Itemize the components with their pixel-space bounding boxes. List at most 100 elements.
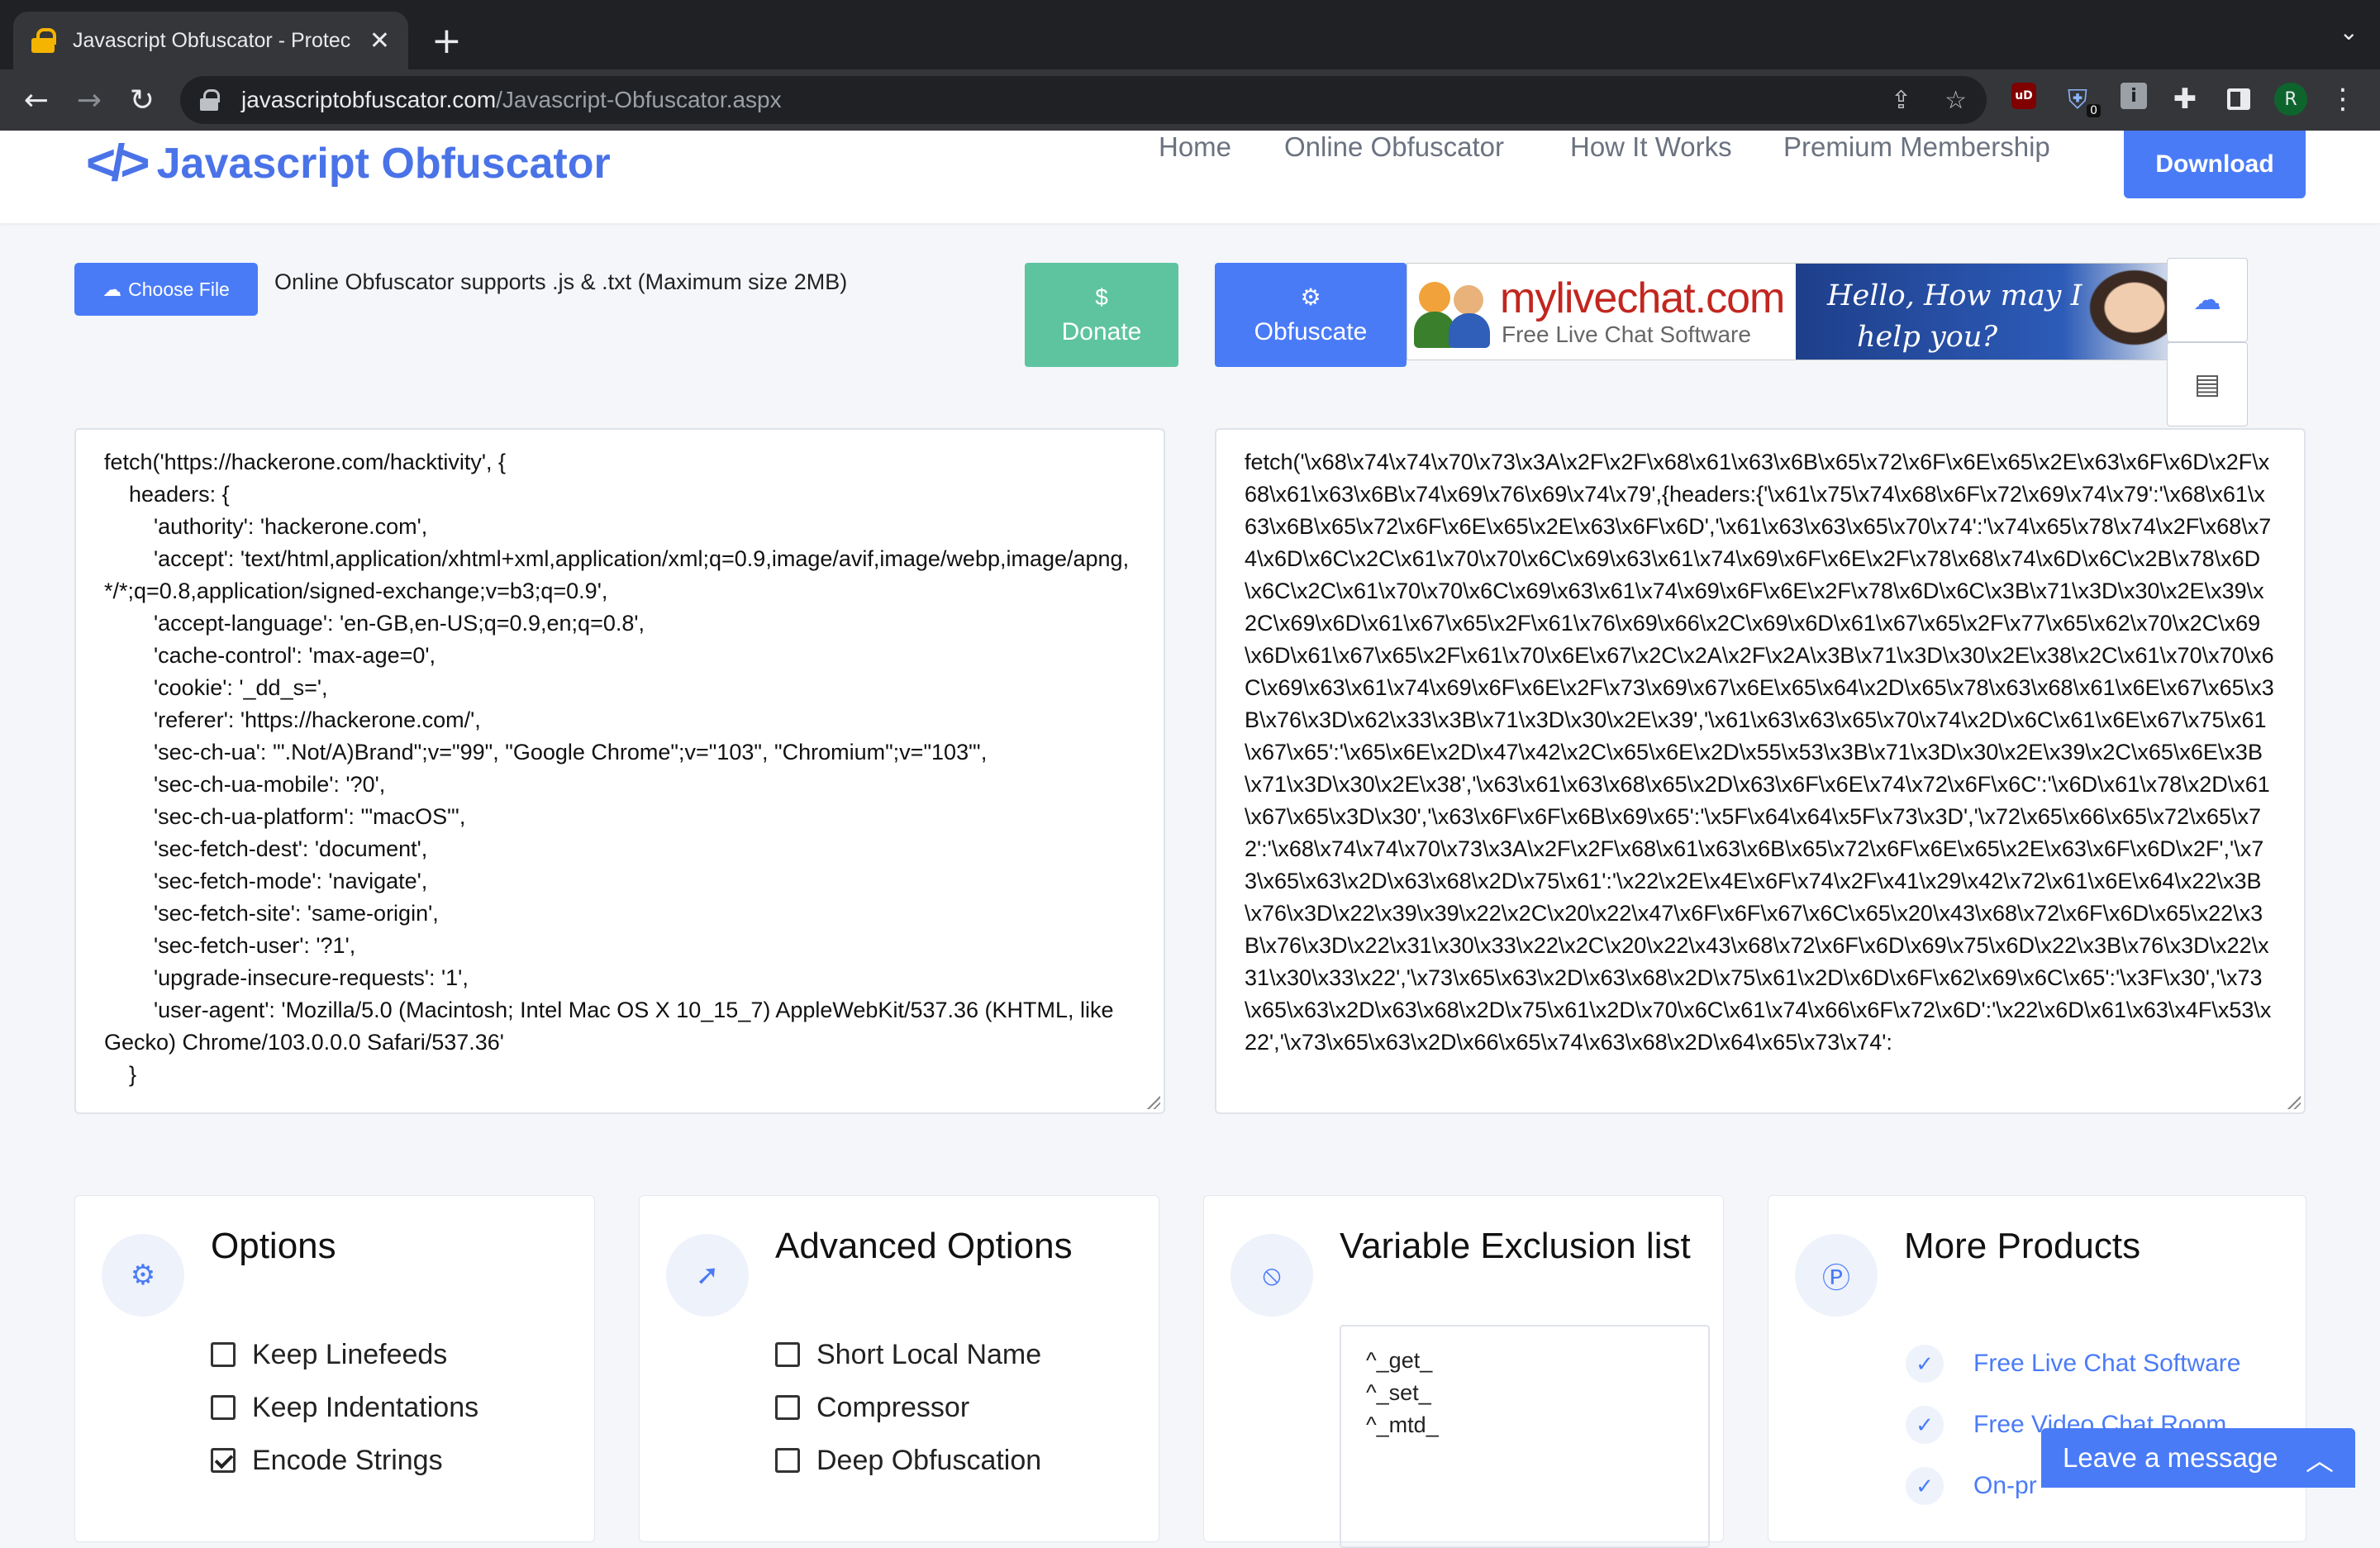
code-brackets-icon: </> [86,135,150,192]
bookmark-star-icon[interactable]: ☆ [1944,86,1967,115]
ad-hello-panel: Hello, How may I help you? [1796,264,2178,360]
product-link-live-chat[interactable]: Free Live Chat Software [1973,1350,2240,1378]
gears-icon: ⚙ [102,1234,184,1317]
option-compressor[interactable]: Compressor [775,1381,1041,1434]
address-bar[interactable]: javascriptobfuscator.com /Javascript-Obf… [180,76,1987,124]
option-label: Encode Strings [252,1444,443,1476]
product-p-icon: Ⓟ [1795,1234,1878,1317]
more-products-title: More Products [1904,1226,2141,1266]
extensions-puzzle-icon[interactable]: ✚ [2170,83,2200,116]
nav-online-obfuscator[interactable]: Online Obfuscator [1284,131,1504,163]
site-logo[interactable]: </> Javascript Obfuscator [86,134,611,193]
chat-people-icon [1414,282,1493,348]
reload-icon[interactable]: ↻ [116,83,169,117]
share-icon[interactable]: ⇪ [1891,86,1911,115]
choose-file-label: Choose File [128,278,230,300]
leave-message-widget[interactable]: Leave a message ︿ [2041,1428,2355,1488]
option-keep-indentations[interactable]: Keep Indentations [211,1381,478,1434]
new-tab-button[interactable]: + [431,17,462,66]
options-title: Options [211,1226,336,1266]
lock-icon [31,28,56,53]
file-icon: ▤ [2193,368,2221,401]
variable-exclusion-card: ⦸ Variable Exclusion list ^_get_ ^_set_ … [1203,1195,1724,1548]
input-code-textarea[interactable]: fetch('https://hackerone.com/hacktivity'… [74,428,1165,1114]
checkbox-encode-strings[interactable] [211,1448,236,1473]
option-label: Deep Obfuscation [816,1444,1042,1476]
advanced-options-card: ➚ Advanced Options Short Local Name Comp… [639,1195,1159,1542]
option-label: Short Local Name [816,1338,1042,1370]
more-products-card: Ⓟ More Products ✓ Free Live Chat Software… [1768,1195,2306,1542]
nav-how-it-works[interactable]: How It Works [1570,131,1732,163]
tab-title: Javascript Obfuscator - Protec [73,28,351,52]
url-path: /Javascript-Obfuscator.aspx [496,87,782,112]
option-short-local-name[interactable]: Short Local Name [775,1328,1041,1381]
checkbox-short-local-name[interactable] [775,1342,800,1367]
ad-hello-line2: help you? [1857,321,1998,354]
side-panel-icon[interactable] [2225,83,2253,116]
url-host: javascriptobfuscator.com [241,87,497,112]
output-code-textarea[interactable]: fetch('\x68\x74\x74\x70\x73\x3A\x2F\x2F\… [1215,428,2306,1114]
ad-tagline: Free Live Chat Software [1502,322,1751,347]
option-label: Compressor [816,1391,970,1423]
product-item: ✓ Free Live Chat Software [1906,1333,2240,1394]
obfuscate-button[interactable]: ⚙ Obfuscate [1215,263,1407,367]
logo-text: Javascript Obfuscator [156,139,611,188]
profile-avatar[interactable]: R [2274,83,2307,116]
cloud-upload-icon: ☁ [102,278,122,300]
mylivechat-ad-banner[interactable]: mylivechat.com Free Live Chat Software H… [1407,263,2178,360]
browser-menu-icon[interactable]: ⋮ [2329,83,2357,116]
back-arrow-icon[interactable]: ← [10,83,63,117]
options-card: ⚙ Options Keep Linefeeds Keep Indentatio… [74,1195,595,1542]
ublock-extension-icon[interactable]: uD [2011,83,2036,109]
donate-label: Donate [1061,318,1142,345]
output-code-text: fetch('\x68\x74\x74\x70\x73\x3A\x2F\x2F\… [1245,450,2274,1055]
checkbox-keep-indentations[interactable] [211,1395,236,1420]
extension-badge: 0 [2087,104,2101,117]
ad-hello-line1: Hello, How may I [1827,279,2082,312]
ad-brand: mylivechat.com [1500,274,1785,322]
ad-brand-panel: mylivechat.com Free Live Chat Software [1407,264,1796,360]
check-icon: ✓ [1906,1345,1944,1383]
checkbox-deep-obfuscation[interactable] [775,1448,800,1473]
donate-button[interactable]: $ Donate [1025,263,1178,367]
option-deep-obfuscation[interactable]: Deep Obfuscation [775,1434,1041,1487]
resize-handle[interactable] [1147,1096,1160,1109]
choose-file-button[interactable]: ☁ Choose File [74,263,258,316]
option-encode-strings[interactable]: Encode Strings [211,1434,478,1487]
nav-premium-membership[interactable]: Premium Membership [1783,131,2050,163]
chevron-up-icon[interactable]: ︿ [2306,1438,2334,1479]
download-button[interactable]: Download [2124,131,2306,198]
nav-home[interactable]: Home [1159,131,1231,163]
obfuscate-label: Obfuscate [1254,318,1368,345]
options-list: Keep Linefeeds Keep Indentations Encode … [211,1328,478,1487]
exclusion-list-textarea[interactable]: ^_get_ ^_set_ ^_mtd_ [1340,1325,1710,1548]
cloud-download-icon: ☁ [2193,283,2221,317]
exclusion-item: ^_mtd_ [1366,1412,1439,1437]
product-link-on-premise[interactable]: On-pr [1973,1472,2037,1500]
leave-message-label: Leave a message [2063,1442,2278,1473]
ad-hello-text: Hello, How may I help you? [1827,275,2082,358]
site-lock-icon[interactable] [200,89,220,111]
products-list: ✓ Free Live Chat Software ✓ Free Video Cha… [1906,1333,2240,1517]
info-extension-icon[interactable]: i [2121,83,2147,109]
exclusion-item: ^_set_ [1366,1380,1431,1405]
browser-tab[interactable]: Javascript Obfuscator - Protec ✕ [13,12,408,69]
exclusion-item: ^_get_ [1366,1348,1433,1373]
checkbox-compressor[interactable] [775,1395,800,1420]
file-output-button[interactable]: ▤ [2167,342,2248,426]
input-code-text: fetch('https://hackerone.com/hacktivity'… [104,450,1130,1087]
option-label: Keep Linefeeds [252,1338,448,1370]
option-keep-linefeeds[interactable]: Keep Linefeeds [211,1328,478,1381]
checkbox-keep-linefeeds[interactable] [211,1342,236,1367]
tab-close-icon[interactable]: ✕ [369,26,390,55]
check-icon: ✓ [1906,1467,1944,1505]
option-label: Keep Indentations [252,1391,479,1423]
shield-extension-icon[interactable]: ⛨ 0 [2063,83,2101,117]
rocket-icon: ➚ [666,1234,749,1317]
resize-handle[interactable] [2287,1096,2301,1109]
ban-icon: ⦸ [1230,1234,1313,1317]
tab-search-chevron-icon[interactable]: ⌄ [2340,18,2359,45]
cloud-download-button[interactable]: ☁ [2167,258,2248,342]
gear-icon: ⚙ [1300,284,1321,310]
forward-arrow-icon[interactable]: → [63,83,116,117]
